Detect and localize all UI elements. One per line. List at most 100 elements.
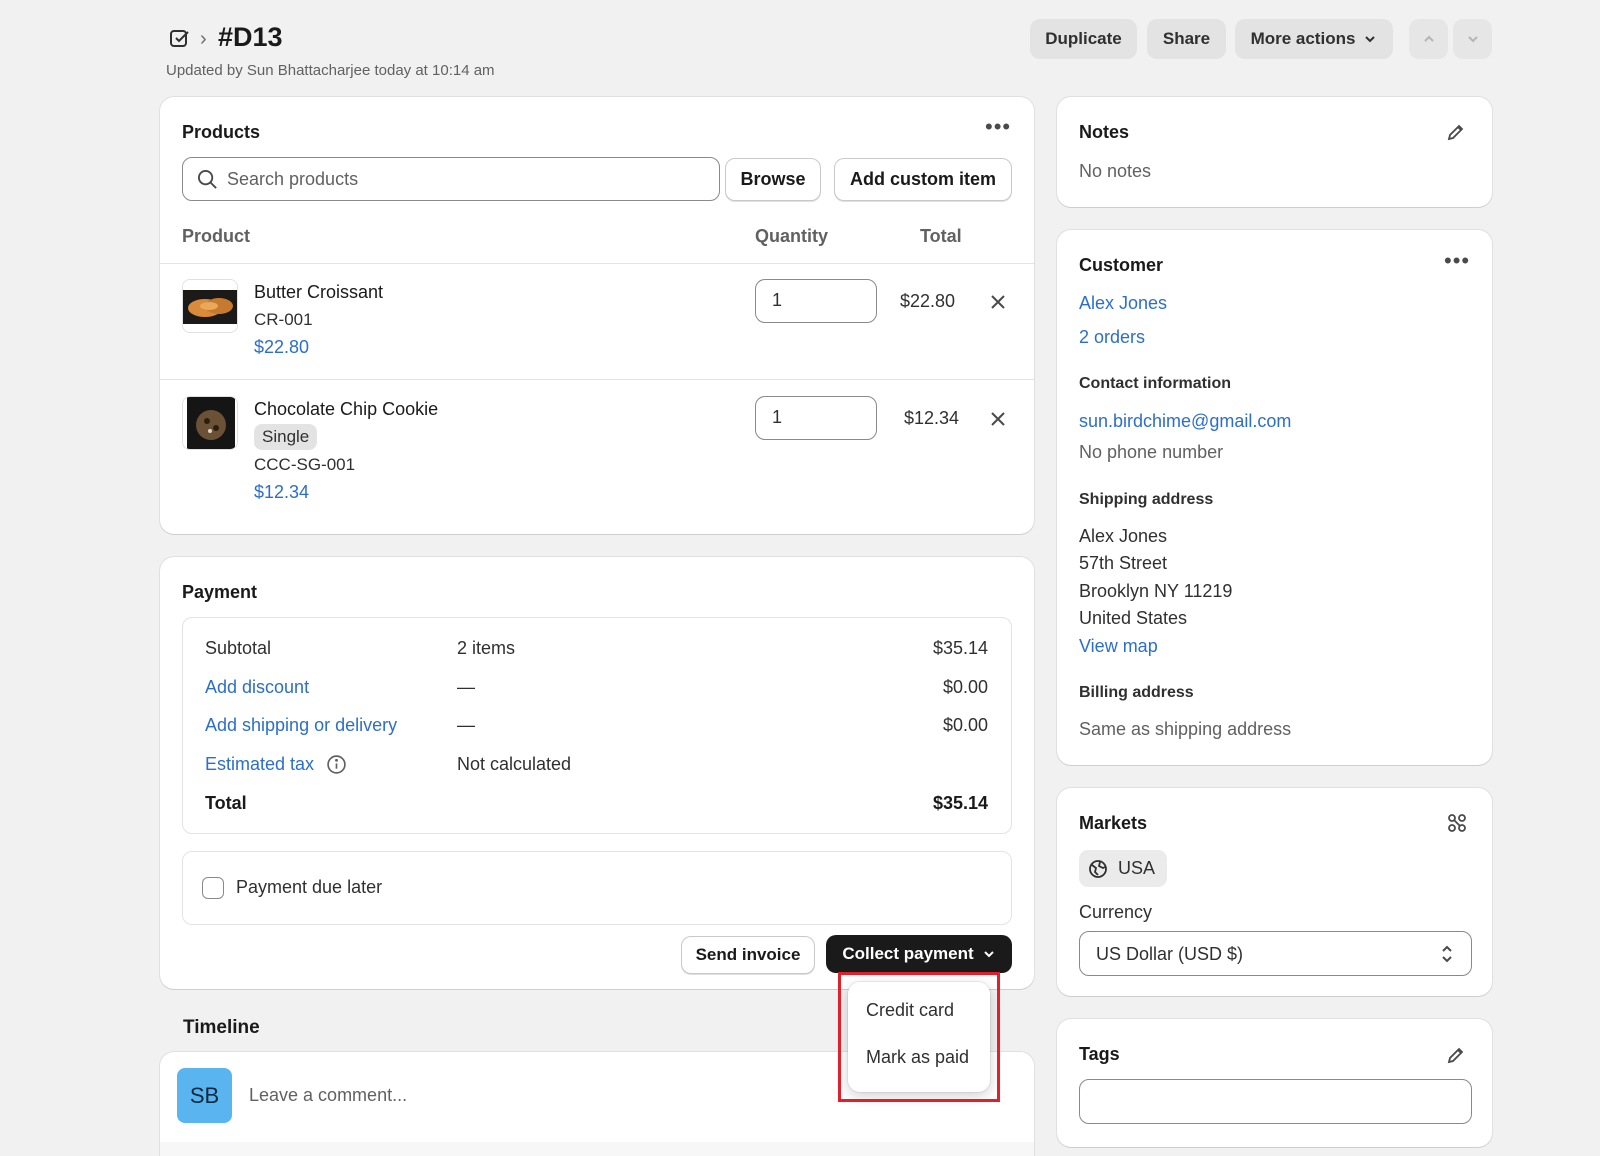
view-map-link[interactable]: View map (1079, 636, 1158, 657)
variant-badge: Single (254, 424, 318, 450)
breadcrumb-separator: › (200, 28, 207, 50)
divider (160, 263, 1034, 264)
draft-order-icon (170, 30, 189, 47)
column-product: Product (182, 226, 251, 246)
browse-label: Browse (740, 169, 806, 189)
customer-name-link[interactable]: Alex Jones (1079, 293, 1167, 314)
shipping-line: United States (1079, 608, 1188, 628)
customer-orders-link[interactable]: 2 orders (1079, 327, 1145, 348)
product-price[interactable]: $22.80 (254, 337, 309, 358)
share-label: Share (1162, 29, 1211, 48)
subtotal-label: Subtotal (205, 638, 272, 658)
duplicate-button[interactable]: Duplicate (1030, 19, 1137, 59)
browse-button[interactable]: Browse (725, 158, 821, 201)
shipping-line: Alex Jones (1079, 526, 1168, 546)
customer-title: Customer (1079, 255, 1164, 275)
search-placeholder: Search products (227, 169, 359, 189)
discount-value: $0.00 (942, 677, 988, 697)
share-button[interactable]: Share (1147, 19, 1226, 59)
globe-icon (1089, 860, 1107, 878)
currency-label: Currency (1079, 902, 1153, 922)
products-title: Products (182, 122, 261, 142)
discount-dash: — (457, 677, 475, 697)
previous-order-button[interactable] (1409, 19, 1448, 59)
product-thumbnail-cookie (182, 396, 238, 450)
add-discount-link[interactable]: Add discount (205, 677, 309, 698)
column-quantity: Quantity (755, 226, 829, 246)
notes-text: No notes (1079, 161, 1152, 181)
customer-phone: No phone number (1079, 442, 1224, 462)
notes-card (1057, 97, 1492, 207)
product-name[interactable]: Chocolate Chip Cookie (254, 399, 438, 420)
customer-email-link[interactable]: sun.birdchime@gmail.com (1079, 411, 1291, 432)
contact-heading: Contact information (1079, 375, 1231, 392)
chevron-up-icon (1423, 35, 1434, 42)
product-name[interactable]: Butter Croissant (254, 282, 383, 303)
collect-payment-button[interactable]: Collect payment (826, 935, 1012, 973)
tax-status: Not calculated (457, 754, 572, 774)
send-invoice-button[interactable]: Send invoice (681, 936, 815, 974)
timeline-title: Timeline (183, 1017, 260, 1038)
more-actions-label: More actions (1250, 29, 1356, 48)
line-total: $22.80 (900, 291, 956, 311)
add-shipping-link[interactable]: Add shipping or delivery (205, 715, 397, 736)
remove-icon[interactable] (989, 410, 1007, 428)
product-thumbnail-croissant (182, 279, 238, 333)
payment-due-later-checkbox[interactable] (202, 877, 224, 899)
product-price[interactable]: $12.34 (254, 482, 309, 503)
shipping-dash: — (457, 715, 475, 735)
edit-pencil-icon[interactable] (1446, 122, 1466, 142)
remove-icon[interactable] (989, 293, 1007, 311)
duplicate-label: Duplicate (1045, 29, 1122, 48)
updated-info: Updated by Sun Bhattacharjee today at 10… (166, 62, 495, 79)
total-label: Total (205, 793, 247, 813)
tags-input[interactable] (1079, 1079, 1472, 1124)
chevron-down-icon (1467, 36, 1478, 43)
estimated-tax-link[interactable]: Estimated tax (205, 754, 314, 775)
billing-text: Same as shipping address (1079, 719, 1292, 739)
more-actions-button[interactable]: More actions (1235, 19, 1393, 59)
shipping-heading: Shipping address (1079, 491, 1214, 508)
market-badge: USA (1079, 850, 1167, 887)
payment-due-later-label: Payment due later (236, 877, 383, 897)
shipping-line: Brooklyn NY 11219 (1079, 581, 1233, 601)
quantity-input[interactable]: 1 (755, 396, 877, 440)
quantity-input[interactable]: 1 (755, 279, 877, 323)
page-title: #D13 (218, 22, 283, 52)
market-name: USA (1118, 858, 1156, 878)
line-total: $12.34 (904, 408, 960, 428)
product-sku: CCC-SG-001 (254, 455, 356, 474)
currency-select[interactable]: US Dollar (USD $) (1079, 931, 1472, 976)
subtotal-items: 2 items (457, 638, 516, 658)
notes-title: Notes (1079, 122, 1130, 142)
search-icon (197, 169, 217, 189)
chevron-down-icon (983, 951, 994, 958)
collect-payment-label: Collect payment (842, 944, 974, 963)
send-invoice-label: Send invoice (695, 945, 801, 964)
comment-footer (160, 1142, 1034, 1156)
select-arrows-icon (1442, 945, 1452, 963)
shipping-line: 57th Street (1079, 553, 1168, 573)
markets-settings-icon[interactable] (1447, 813, 1467, 833)
customer-more-icon[interactable]: ••• (1444, 250, 1470, 272)
markets-title: Markets (1079, 813, 1148, 833)
chevron-down-icon (1365, 36, 1376, 43)
column-total: Total (920, 226, 962, 246)
info-icon[interactable] (326, 754, 347, 775)
tags-title: Tags (1079, 1044, 1120, 1064)
payment-title: Payment (182, 582, 258, 602)
next-order-button[interactable] (1453, 19, 1492, 59)
product-search-input[interactable]: Search products (182, 157, 720, 201)
comment-input[interactable]: Leave a comment... (249, 1085, 407, 1106)
products-more-icon[interactable]: ••• (985, 116, 1011, 138)
billing-heading: Billing address (1079, 684, 1194, 701)
add-custom-item-label: Add custom item (849, 169, 996, 189)
edit-pencil-icon[interactable] (1446, 1045, 1466, 1065)
currency-value: US Dollar (USD $) (1096, 944, 1244, 964)
shipping-value: $0.00 (942, 715, 988, 735)
divider (160, 379, 1034, 380)
add-custom-item-button[interactable]: Add custom item (834, 158, 1012, 201)
highlight-box (838, 972, 1000, 1102)
avatar: SB (177, 1068, 232, 1123)
subtotal-value: $35.14 (932, 638, 988, 658)
